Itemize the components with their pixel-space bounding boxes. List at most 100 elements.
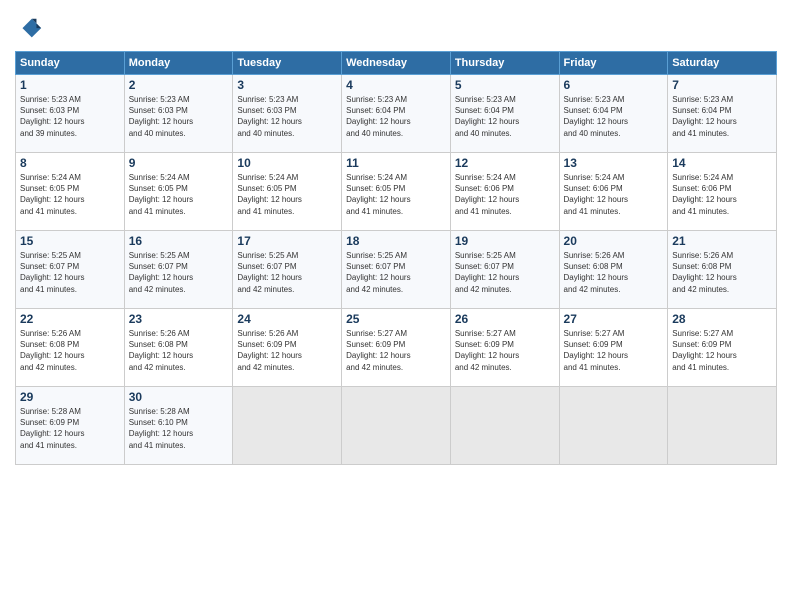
day-number: 21: [672, 234, 772, 248]
day-info: Sunrise: 5:28 AM Sunset: 6:09 PM Dayligh…: [20, 406, 120, 451]
day-info: Sunrise: 5:27 AM Sunset: 6:09 PM Dayligh…: [564, 328, 664, 373]
day-info: Sunrise: 5:23 AM Sunset: 6:04 PM Dayligh…: [346, 94, 446, 139]
calendar-week-4: 22 Sunrise: 5:26 AM Sunset: 6:08 PM Dayli…: [16, 309, 777, 387]
day-info: Sunrise: 5:27 AM Sunset: 6:09 PM Dayligh…: [346, 328, 446, 373]
day-number: 12: [455, 156, 555, 170]
calendar-cell: 6Sunrise: 5:23 AM Sunset: 6:04 PM Daylig…: [559, 75, 668, 153]
header-day-tuesday: Tuesday: [233, 52, 342, 75]
calendar-cell: 7 Sunrise: 5:23 AM Sunset: 6:04 PM Daylig…: [668, 75, 777, 153]
calendar-cell: 20 Sunrise: 5:26 AM Sunset: 6:08 PM Dayli…: [559, 231, 668, 309]
day-number: 17: [237, 234, 337, 248]
header-day-saturday: Saturday: [668, 52, 777, 75]
calendar-cell: [342, 387, 451, 465]
day-number: 20: [564, 234, 664, 248]
calendar-cell: 23 Sunrise: 5:26 AM Sunset: 6:08 PM Dayli…: [124, 309, 233, 387]
calendar-cell: [668, 387, 777, 465]
day-number: 7: [672, 78, 772, 92]
calendar-cell: 13 Sunrise: 5:24 AM Sunset: 6:06 PM Dayli…: [559, 153, 668, 231]
calendar-cell: 18Sunrise: 5:25 AM Sunset: 6:07 PM Dayli…: [342, 231, 451, 309]
calendar-cell: 10 Sunrise: 5:24 AM Sunset: 6:05 PM Dayli…: [233, 153, 342, 231]
logo-icon: [15, 15, 43, 43]
day-number: 9: [129, 156, 229, 170]
day-info: Sunrise: 5:24 AM Sunset: 6:05 PM Dayligh…: [346, 172, 446, 217]
calendar-cell: 12 Sunrise: 5:24 AM Sunset: 6:06 PM Dayli…: [450, 153, 559, 231]
calendar-cell: 5 Sunrise: 5:23 AM Sunset: 6:04 PM Daylig…: [450, 75, 559, 153]
day-info: Sunrise: 5:23 AM Sunset: 6:04 PM Dayligh…: [455, 94, 555, 139]
day-info: Sunrise: 5:27 AM Sunset: 6:09 PM Dayligh…: [455, 328, 555, 373]
page-container: SundayMondayTuesdayWednesdayThursdayFrid…: [0, 0, 792, 612]
calendar-body: 1 Sunrise: 5:23 AM Sunset: 6:03 PM Daylig…: [16, 75, 777, 465]
day-info: Sunrise: 5:25 AM Sunset: 6:07 PM Dayligh…: [129, 250, 229, 295]
day-info: Sunrise: 5:27 AM Sunset: 6:09 PM Dayligh…: [672, 328, 772, 373]
day-number: 10: [237, 156, 337, 170]
calendar-cell: 28 Sunrise: 5:27 AM Sunset: 6:09 PM Dayli…: [668, 309, 777, 387]
calendar-cell: 4 Sunrise: 5:23 AM Sunset: 6:04 PM Daylig…: [342, 75, 451, 153]
day-number: 30: [129, 390, 229, 404]
calendar-cell: 14 Sunrise: 5:24 AM Sunset: 6:06 PM Dayli…: [668, 153, 777, 231]
day-info: Sunrise: 5:26 AM Sunset: 6:08 PM Dayligh…: [672, 250, 772, 295]
calendar-week-1: 1 Sunrise: 5:23 AM Sunset: 6:03 PM Daylig…: [16, 75, 777, 153]
day-number: 29: [20, 390, 120, 404]
day-number: 22: [20, 312, 120, 326]
day-info: Sunrise: 5:25 AM Sunset: 6:07 PM Dayligh…: [455, 250, 555, 295]
calendar-week-5: 29 Sunrise: 5:28 AM Sunset: 6:09 PM Dayli…: [16, 387, 777, 465]
calendar-cell: 19 Sunrise: 5:25 AM Sunset: 6:07 PM Dayli…: [450, 231, 559, 309]
calendar-table: SundayMondayTuesdayWednesdayThursdayFrid…: [15, 51, 777, 465]
day-number: 3: [237, 78, 337, 92]
day-number: 25: [346, 312, 446, 326]
day-number: 14: [672, 156, 772, 170]
calendar-cell: 25 Sunrise: 5:27 AM Sunset: 6:09 PM Dayli…: [342, 309, 451, 387]
header-day-monday: Monday: [124, 52, 233, 75]
day-info: Sunrise: 5:23 AM Sunset: 6:03 PM Dayligh…: [129, 94, 229, 139]
calendar-cell: 2Sunrise: 5:23 AM Sunset: 6:03 PM Daylig…: [124, 75, 233, 153]
day-info: Sunrise: 5:23 AM Sunset: 6:04 PM Dayligh…: [564, 94, 664, 139]
header-day-sunday: Sunday: [16, 52, 125, 75]
day-info: Sunrise: 5:25 AM Sunset: 6:07 PM Dayligh…: [346, 250, 446, 295]
calendar-cell: 26 Sunrise: 5:27 AM Sunset: 6:09 PM Dayli…: [450, 309, 559, 387]
day-number: 23: [129, 312, 229, 326]
page-header: [15, 10, 777, 43]
calendar-cell: 21 Sunrise: 5:26 AM Sunset: 6:08 PM Dayli…: [668, 231, 777, 309]
day-info: Sunrise: 5:26 AM Sunset: 6:08 PM Dayligh…: [20, 328, 120, 373]
calendar-header: SundayMondayTuesdayWednesdayThursdayFrid…: [16, 52, 777, 75]
calendar-cell: 30 Sunrise: 5:28 AM Sunset: 6:10 PM Dayli…: [124, 387, 233, 465]
day-number: 1: [20, 78, 120, 92]
day-number: 13: [564, 156, 664, 170]
calendar-cell: [450, 387, 559, 465]
day-info: Sunrise: 5:25 AM Sunset: 6:07 PM Dayligh…: [237, 250, 337, 295]
header-row: SundayMondayTuesdayWednesdayThursdayFrid…: [16, 52, 777, 75]
day-number: 19: [455, 234, 555, 248]
day-number: 4: [346, 78, 446, 92]
day-info: Sunrise: 5:24 AM Sunset: 6:06 PM Dayligh…: [672, 172, 772, 217]
day-info: Sunrise: 5:24 AM Sunset: 6:05 PM Dayligh…: [20, 172, 120, 217]
day-info: Sunrise: 5:28 AM Sunset: 6:10 PM Dayligh…: [129, 406, 229, 451]
day-info: Sunrise: 5:26 AM Sunset: 6:08 PM Dayligh…: [129, 328, 229, 373]
calendar-cell: 17 Sunrise: 5:25 AM Sunset: 6:07 PM Dayli…: [233, 231, 342, 309]
calendar-cell: 11 Sunrise: 5:24 AM Sunset: 6:05 PM Dayli…: [342, 153, 451, 231]
day-info: Sunrise: 5:24 AM Sunset: 6:05 PM Dayligh…: [129, 172, 229, 217]
header-day-thursday: Thursday: [450, 52, 559, 75]
day-info: Sunrise: 5:23 AM Sunset: 6:04 PM Dayligh…: [672, 94, 772, 139]
day-number: 24: [237, 312, 337, 326]
day-info: Sunrise: 5:26 AM Sunset: 6:08 PM Dayligh…: [564, 250, 664, 295]
day-number: 5: [455, 78, 555, 92]
day-number: 8: [20, 156, 120, 170]
calendar-cell: 15Sunrise: 5:25 AM Sunset: 6:07 PM Dayli…: [16, 231, 125, 309]
day-number: 16: [129, 234, 229, 248]
day-number: 26: [455, 312, 555, 326]
day-number: 11: [346, 156, 446, 170]
day-number: 28: [672, 312, 772, 326]
day-info: Sunrise: 5:24 AM Sunset: 6:06 PM Dayligh…: [455, 172, 555, 217]
day-info: Sunrise: 5:23 AM Sunset: 6:03 PM Dayligh…: [237, 94, 337, 139]
calendar-cell: 27Sunrise: 5:27 AM Sunset: 6:09 PM Dayli…: [559, 309, 668, 387]
calendar-cell: 3 Sunrise: 5:23 AM Sunset: 6:03 PM Daylig…: [233, 75, 342, 153]
calendar-cell: 8 Sunrise: 5:24 AM Sunset: 6:05 PM Daylig…: [16, 153, 125, 231]
calendar-week-3: 15Sunrise: 5:25 AM Sunset: 6:07 PM Dayli…: [16, 231, 777, 309]
day-info: Sunrise: 5:24 AM Sunset: 6:06 PM Dayligh…: [564, 172, 664, 217]
calendar-cell: 1Sunrise: 5:23 AM Sunset: 6:03 PM Daylig…: [16, 75, 125, 153]
day-info: Sunrise: 5:25 AM Sunset: 6:07 PM Dayligh…: [20, 250, 120, 295]
calendar-cell: 24Sunrise: 5:26 AM Sunset: 6:09 PM Dayli…: [233, 309, 342, 387]
header-day-friday: Friday: [559, 52, 668, 75]
calendar-cell: [233, 387, 342, 465]
day-info: Sunrise: 5:24 AM Sunset: 6:05 PM Dayligh…: [237, 172, 337, 217]
